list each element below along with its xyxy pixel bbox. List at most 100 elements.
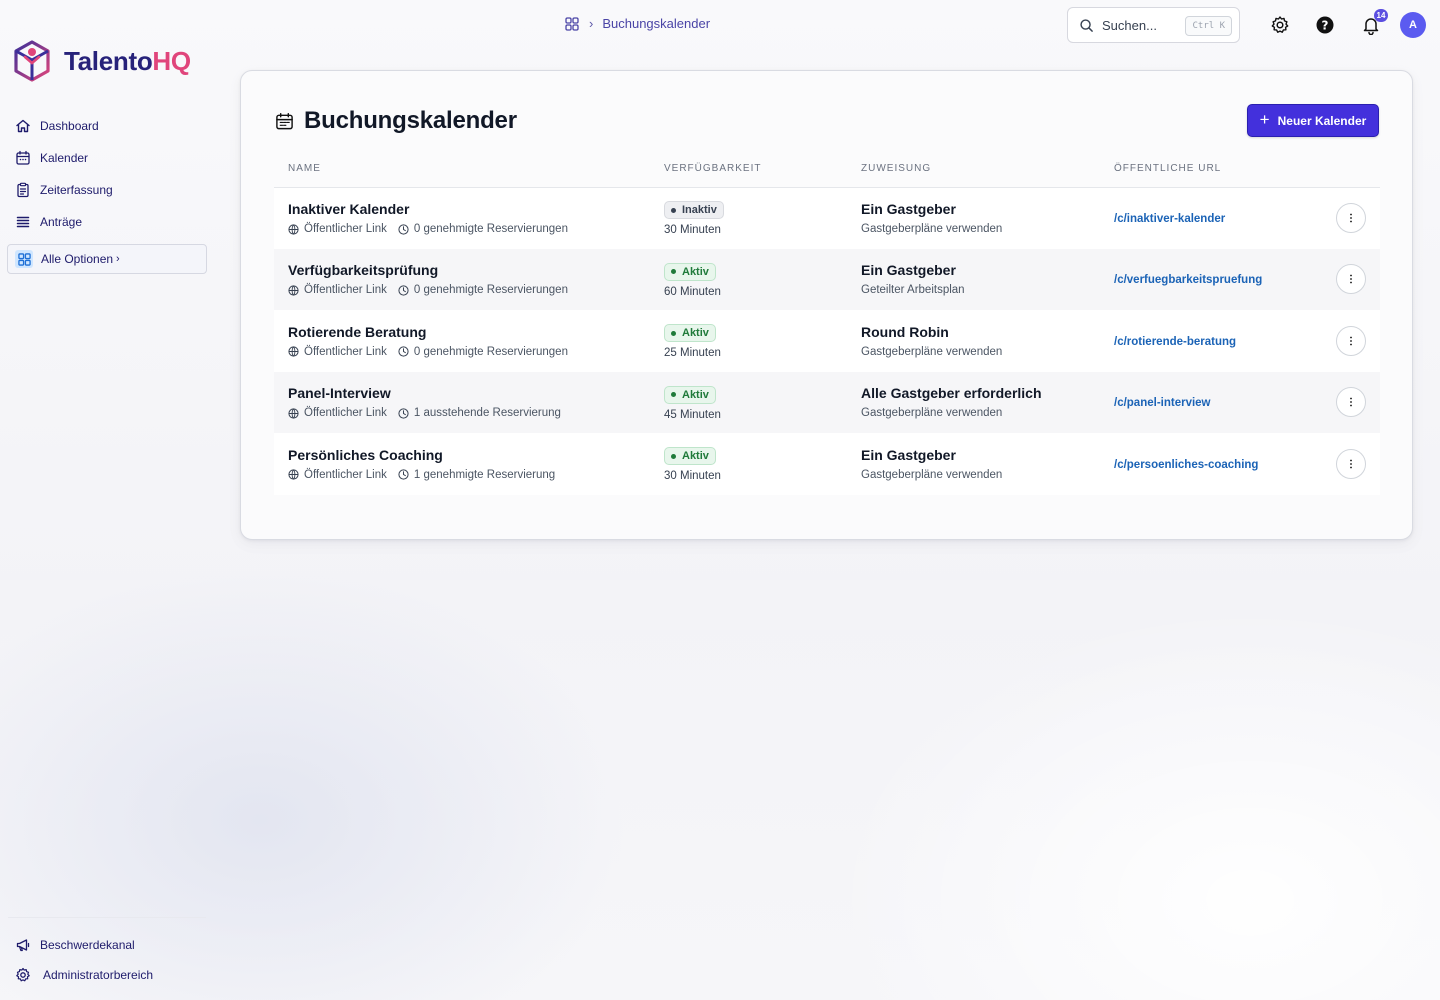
assignment-type: Ein Gastgeber xyxy=(861,262,956,279)
availability-cell: Aktiv 45 Minuten xyxy=(650,371,847,433)
all-options-button[interactable]: Alle Optionen › xyxy=(7,244,207,274)
app-name: TalentoHQ xyxy=(64,46,191,77)
assignment-type: Ein Gastgeber xyxy=(861,201,956,217)
row-actions-button[interactable] xyxy=(1336,325,1366,356)
assignment-cell: Ein Gastgeber Gastgeberpläne verwenden xyxy=(847,433,1100,495)
public-link-label[interactable]: Öffentlicher Link xyxy=(304,407,387,419)
assignment-type: Round Robin xyxy=(861,323,949,340)
more-vertical-icon xyxy=(1350,397,1352,407)
url-cell: /c/inaktiver-kalender xyxy=(1100,187,1322,249)
grid-icon xyxy=(15,250,33,268)
status-badge: Aktiv xyxy=(664,262,716,281)
calendar-meta: Öffentlicher Link 1 genehmigte Reservier… xyxy=(288,469,650,481)
assignment-cell: Alle Gastgeber erforderlich Gastgeberplä… xyxy=(847,371,1100,433)
table-row[interactable]: Rotierende Beratung Öffentlicher Link 0 … xyxy=(274,310,1380,372)
table-row[interactable]: Verfügbarkeitsprüfung Öffentlicher Link … xyxy=(274,248,1380,310)
sidebar-nav: Dashboard Kalender Zeiterfassung Anträge xyxy=(15,110,113,238)
globe-icon xyxy=(288,223,299,235)
calendar-name[interactable]: Inaktiver Kalender xyxy=(288,201,650,217)
row-actions-button[interactable] xyxy=(1336,264,1366,295)
sidebar-item-antraege[interactable]: Anträge xyxy=(15,206,113,238)
calendar-name[interactable]: Rotierende Beratung xyxy=(288,324,650,340)
status-badge: Aktiv xyxy=(664,447,716,465)
public-link-label[interactable]: Öffentlicher Link xyxy=(304,284,387,296)
public-link-label[interactable]: Öffentlicher Link xyxy=(304,469,387,481)
public-link-label[interactable]: Öffentlicher Link xyxy=(304,223,387,235)
actions-cell xyxy=(1322,248,1380,310)
column-header-name[interactable]: NAME xyxy=(274,151,650,188)
assignment-detail: Gastgeberpläne verwenden xyxy=(861,407,1003,420)
reservations-count: 0 genehmigte Reservierungen xyxy=(413,223,568,235)
globe-icon xyxy=(288,469,299,480)
calendar-name[interactable]: Persönliches Coaching xyxy=(288,447,650,463)
help-icon: ? xyxy=(1316,16,1334,34)
page-title: Buchungskalender xyxy=(304,107,517,134)
clock-icon xyxy=(398,223,409,235)
sidebar-item-kalender[interactable]: Kalender xyxy=(15,142,113,174)
column-header-availability[interactable]: VERFÜGBARKEIT xyxy=(650,151,847,188)
name-cell: Panel-Interview Öffentlicher Link 1 auss… xyxy=(274,371,650,433)
calendar-name[interactable]: Panel-Interview xyxy=(288,385,650,401)
sidebar-item-label: Dashboard xyxy=(40,119,99,133)
table-row[interactable]: Inaktiver Kalender Öffentlicher Link 0 g… xyxy=(274,187,1380,249)
search-placeholder: Suchen... xyxy=(1102,17,1157,33)
table-row[interactable]: Panel-Interview Öffentlicher Link 1 auss… xyxy=(274,371,1380,433)
clock-icon xyxy=(398,285,409,296)
logo-cube-icon xyxy=(14,40,50,82)
availability-cell: Inaktiv 30 Minuten xyxy=(650,187,847,249)
table-row[interactable]: Persönliches Coaching Öffentlicher Link … xyxy=(274,433,1380,495)
column-header-public-url[interactable]: ÖFFENTLICHE URL xyxy=(1100,151,1322,188)
row-actions-button[interactable] xyxy=(1336,203,1366,233)
reservations-count: 1 ausstehende Reservierung xyxy=(413,407,561,420)
globe-icon xyxy=(288,408,299,419)
sidebar-bottom-nav: Beschwerdekanal Administratorbereich xyxy=(15,930,153,990)
url-cell: /c/verfuegbarkeitspruefung xyxy=(1100,248,1322,310)
clock-icon xyxy=(398,408,409,419)
page-header: Buchungskalender xyxy=(275,107,517,135)
settings-button[interactable] xyxy=(1269,14,1291,36)
more-vertical-icon xyxy=(1350,213,1352,223)
avatar[interactable]: A xyxy=(1400,12,1426,38)
search-shortcut-hint: Ctrl K xyxy=(1185,16,1232,36)
breadcrumb: › Buchungskalender xyxy=(565,16,710,31)
public-url-link[interactable]: /c/verfuegbarkeitspruefung xyxy=(1114,274,1262,286)
sidebar-item-dashboard[interactable]: Dashboard xyxy=(15,110,113,142)
gear-icon xyxy=(16,967,30,982)
url-cell: /c/rotierende-beratung xyxy=(1100,310,1322,372)
search-icon xyxy=(1080,18,1093,32)
calendar-meta: Öffentlicher Link 0 genehmigte Reservier… xyxy=(288,284,650,296)
logo-text-part2: HQ xyxy=(152,45,191,76)
public-url-link[interactable]: /c/persoenliches-coaching xyxy=(1114,459,1258,471)
reservations-count: 1 genehmigte Reservierung xyxy=(413,468,556,481)
assignment-detail: Geteilter Arbeitsplan xyxy=(861,284,965,297)
public-url-link[interactable]: /c/rotierende-beratung xyxy=(1114,336,1236,348)
new-calendar-button[interactable]: + Neuer Kalender xyxy=(1247,104,1379,137)
apps-grid-icon[interactable] xyxy=(565,16,579,31)
status-dot-icon xyxy=(671,207,676,213)
sidebar-item-zeiterfassung[interactable]: Zeiterfassung xyxy=(15,174,113,206)
table-header-row: NAME VERFÜGBARKEIT ZUWEISUNG ÖFFENTLICHE… xyxy=(274,151,1380,188)
public-url-link[interactable]: /c/inaktiver-kalender xyxy=(1114,213,1225,225)
megaphone-icon xyxy=(16,939,30,952)
public-url-link[interactable]: /c/panel-interview xyxy=(1114,397,1211,409)
breadcrumb-current[interactable]: Buchungskalender xyxy=(602,16,710,31)
help-button[interactable]: ? xyxy=(1314,14,1336,36)
status-dot-icon xyxy=(671,453,676,459)
more-vertical-icon xyxy=(1350,336,1352,346)
app-logo[interactable]: TalentoHQ xyxy=(12,39,191,83)
sidebar-item-label: Beschwerdekanal xyxy=(40,938,135,952)
sidebar-item-administratorbereich[interactable]: Administratorbereich xyxy=(15,960,153,990)
column-header-actions xyxy=(1322,151,1380,188)
sidebar-item-label: Kalender xyxy=(40,151,89,165)
row-actions-button[interactable] xyxy=(1336,448,1366,479)
sidebar-item-beschwerdekanal[interactable]: Beschwerdekanal xyxy=(15,930,153,960)
search-input[interactable]: Suchen... Ctrl K xyxy=(1067,7,1240,43)
duration: 25 Minuten xyxy=(664,347,721,359)
row-actions-button[interactable] xyxy=(1336,387,1366,418)
column-header-assignment[interactable]: ZUWEISUNG xyxy=(847,151,1100,188)
list-icon xyxy=(16,216,30,228)
status-label: Aktiv xyxy=(682,388,709,401)
public-link-label[interactable]: Öffentlicher Link xyxy=(304,346,387,358)
calendar-meta: Öffentlicher Link 0 genehmigte Reservier… xyxy=(288,346,650,358)
calendar-name[interactable]: Verfügbarkeitsprüfung xyxy=(288,262,650,278)
